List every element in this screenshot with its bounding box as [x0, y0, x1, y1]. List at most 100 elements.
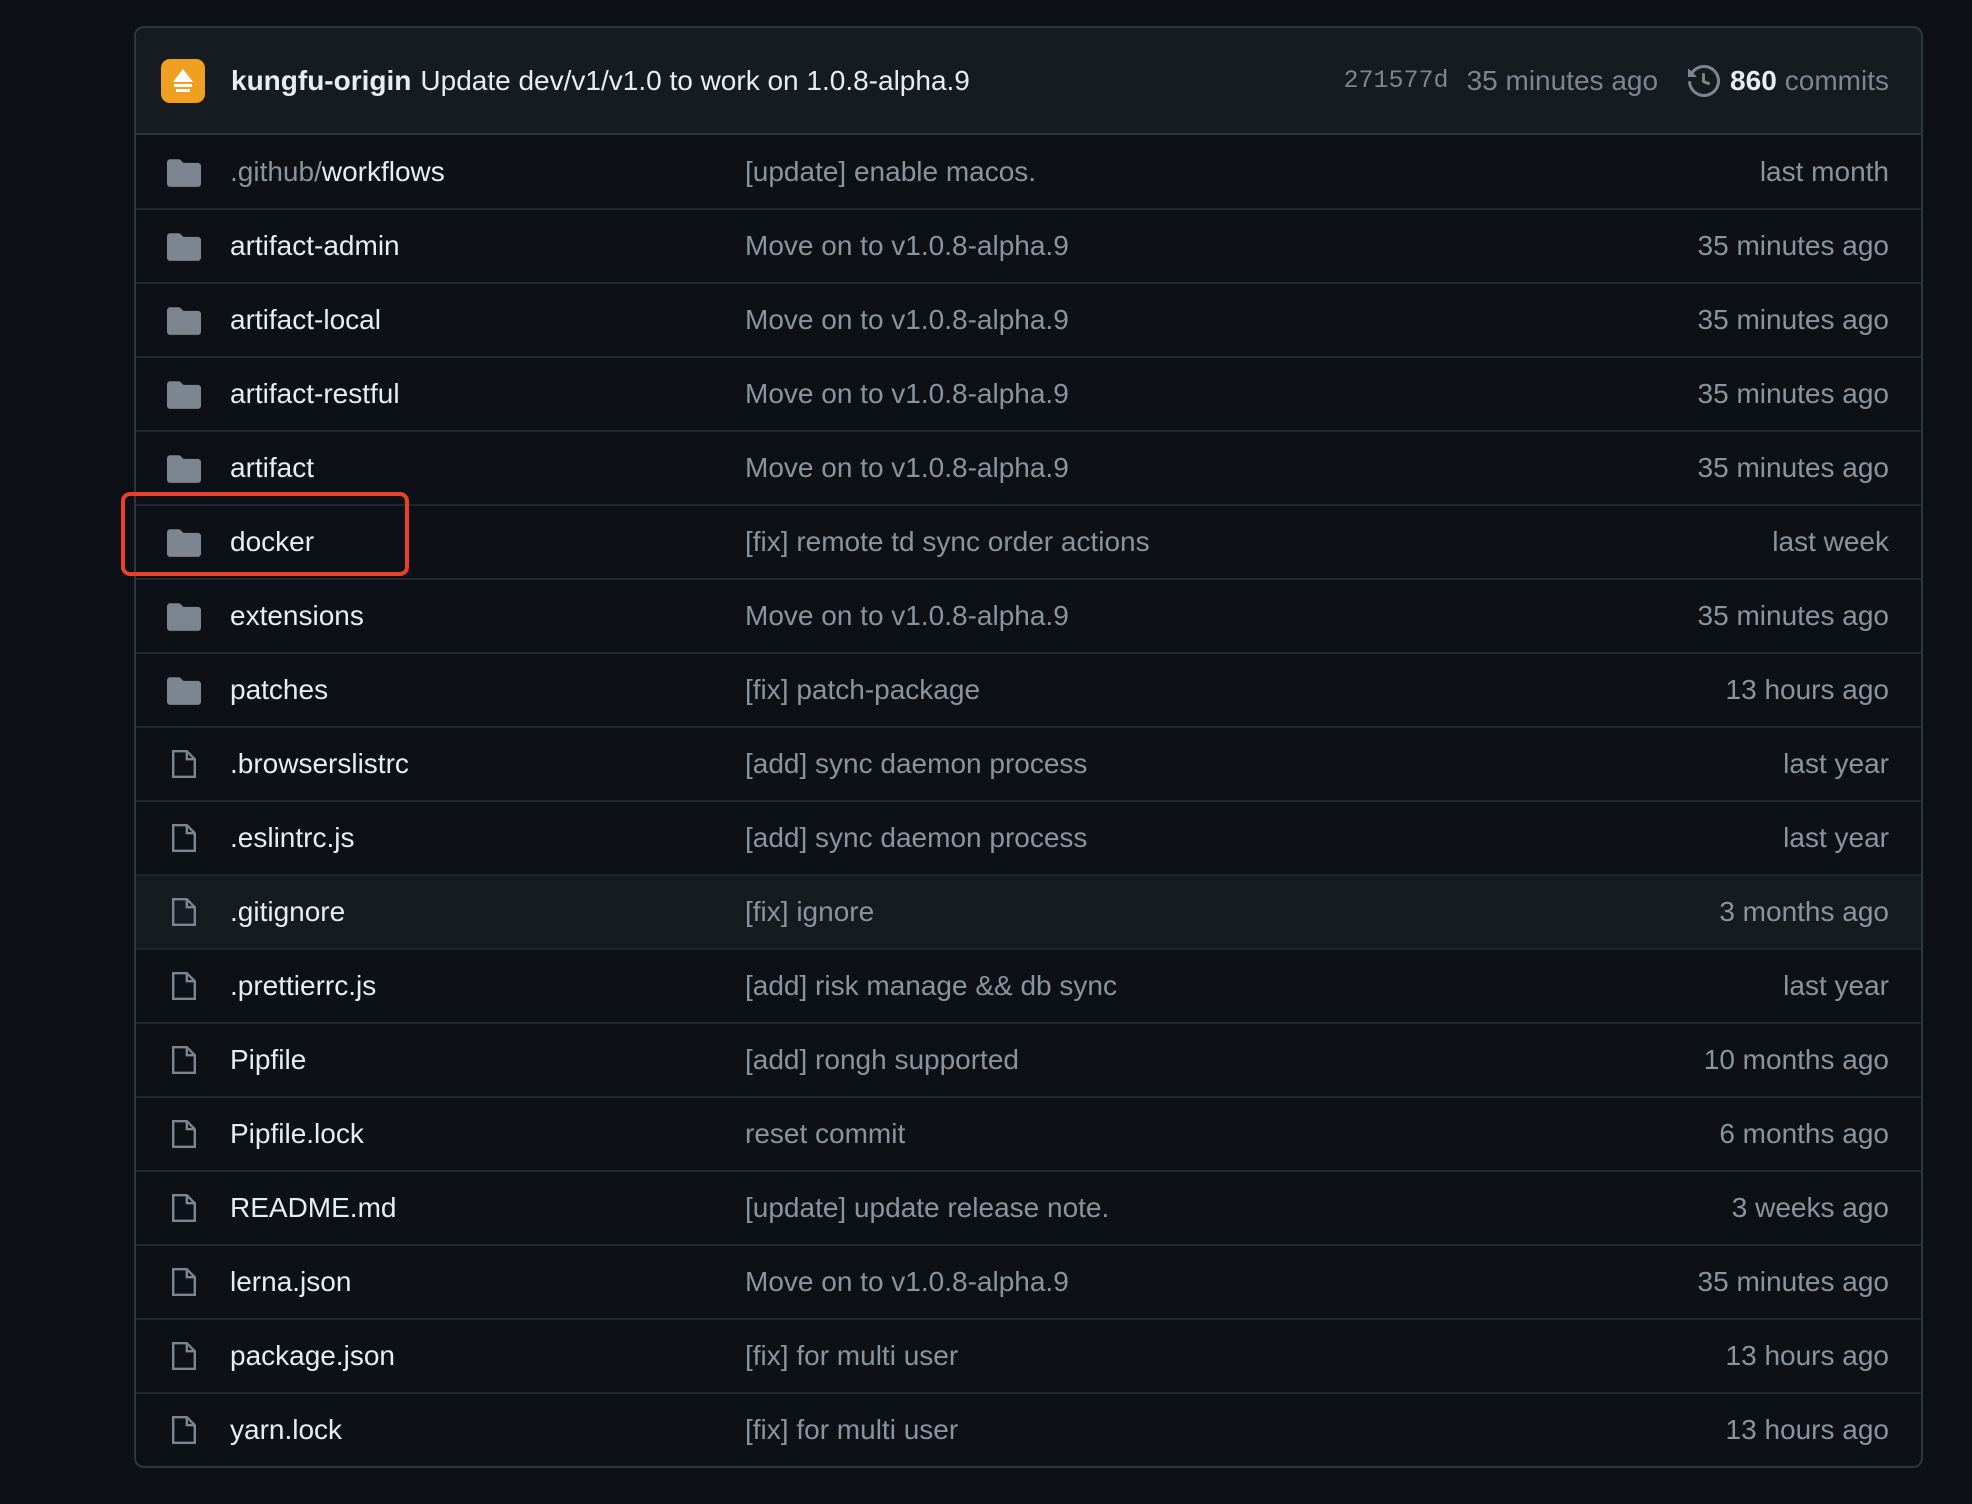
folder-icon — [167, 155, 201, 189]
file-commit-message[interactable]: [add] sync daemon process — [745, 822, 1783, 854]
file-name-text: artifact-restful — [230, 378, 400, 409]
commit-sha[interactable]: 271577d — [1344, 66, 1449, 95]
file-row-artifact-restful[interactable]: artifact-restful Move on to v1.0.8-alpha.… — [136, 356, 1921, 430]
file-name-text: .eslintrc.js — [230, 822, 355, 853]
file-icon — [167, 1043, 201, 1077]
folder-icon — [167, 451, 201, 485]
file-row-github-workflows[interactable]: .github/workflows [update] enable macos. l… — [136, 135, 1921, 208]
file-name-text: artifact — [230, 452, 315, 483]
file-row-artifact[interactable]: artifact Move on to v1.0.8-alpha.9 35 minu… — [136, 430, 1921, 504]
history-icon — [1688, 64, 1721, 97]
file-name-text: Pipfile — [230, 1044, 307, 1075]
file-commit-age: 35 minutes ago — [1697, 230, 1889, 261]
latest-commit-bar: kungfu-origin Update dev/v1/v1.0 to work… — [136, 28, 1921, 135]
file-commit-message[interactable]: Move on to v1.0.8-alpha.9 — [745, 1266, 1698, 1298]
file-row-extensions[interactable]: extensions Move on to v1.0.8-alpha.9 35 mi… — [136, 578, 1921, 652]
file-row-browserslistrc[interactable]: .browserslistrc [add] sync daemon process… — [136, 726, 1921, 800]
file-name-link[interactable]: artifact-restful — [230, 378, 745, 410]
file-name-link[interactable]: .prettierrc.js — [230, 970, 745, 1002]
file-icon — [167, 1117, 201, 1151]
avatar[interactable] — [161, 58, 205, 103]
file-row-gitignore[interactable]: .gitignore [fix] ignore 3 months ago — [136, 874, 1921, 948]
file-row-eslintrc-js[interactable]: .eslintrc.js [add] sync daemon process las… — [136, 800, 1921, 874]
file-commit-message[interactable]: [add] risk manage && db sync — [745, 970, 1783, 1002]
file-row-docker[interactable]: docker [fix] remote td sync order actions… — [136, 504, 1921, 578]
file-icon — [167, 747, 201, 781]
file-commit-message[interactable]: [add] sync daemon process — [745, 748, 1783, 780]
file-browser: kungfu-origin Update dev/v1/v1.0 to work… — [134, 26, 1923, 1468]
file-list: .github/workflows [update] enable macos. l… — [136, 135, 1921, 1466]
file-commit-age: 35 minutes ago — [1697, 452, 1889, 483]
file-icon — [167, 1265, 201, 1299]
file-row-lerna-json[interactable]: lerna.json Move on to v1.0.8-alpha.9 35 mi… — [136, 1244, 1921, 1318]
file-commit-age: 13 hours ago — [1725, 674, 1889, 705]
file-name-link[interactable]: lerna.json — [230, 1266, 745, 1298]
file-commit-message[interactable]: [update] enable macos. — [745, 156, 1760, 188]
file-row-readme-md[interactable]: README.md [update] update release note. 3 … — [136, 1170, 1921, 1244]
commit-message[interactable]: Update dev/v1/v1.0 to work on 1.0.8-alph… — [420, 65, 969, 97]
file-name-link[interactable]: artifact-admin — [230, 230, 745, 262]
file-commit-age: 35 minutes ago — [1697, 304, 1889, 335]
file-name-link[interactable]: docker — [230, 526, 745, 558]
file-name-text: .browserslistrc — [230, 748, 409, 779]
file-commit-message[interactable]: Move on to v1.0.8-alpha.9 — [745, 230, 1698, 262]
file-commit-message[interactable]: [update] update release note. — [745, 1192, 1732, 1224]
file-commit-age: 3 months ago — [1719, 896, 1889, 927]
file-icon — [167, 1413, 201, 1447]
file-commit-age: 10 months ago — [1703, 1044, 1889, 1075]
file-row-artifact-admin[interactable]: artifact-admin Move on to v1.0.8-alpha.9 3… — [136, 208, 1921, 282]
file-row-yarn-lock[interactable]: yarn.lock [fix] for multi user 13 hours ag… — [136, 1392, 1921, 1466]
file-row-pipfile-lock[interactable]: Pipfile.lock reset commit 6 months ago — [136, 1096, 1921, 1170]
file-row-pipfile[interactable]: Pipfile [add] rongh supported 10 months ag… — [136, 1022, 1921, 1096]
file-name-text: package.json — [230, 1340, 396, 1371]
commit-time: 35 minutes ago — [1466, 64, 1659, 96]
file-row-package-json[interactable]: package.json [fix] for multi user 13 hours… — [136, 1318, 1921, 1392]
file-name-text: Pipfile.lock — [230, 1118, 364, 1149]
file-commit-message[interactable]: Move on to v1.0.8-alpha.9 — [745, 452, 1698, 484]
file-icon — [167, 895, 201, 929]
file-name-link[interactable]: Pipfile.lock — [230, 1118, 745, 1150]
file-commit-message[interactable]: [fix] for multi user — [745, 1340, 1726, 1372]
file-name-link[interactable]: .eslintrc.js — [230, 822, 745, 854]
file-commit-age: last year — [1783, 822, 1889, 853]
file-commit-message[interactable]: reset commit — [745, 1118, 1719, 1150]
file-commit-message[interactable]: [fix] ignore — [745, 896, 1719, 928]
file-name-link[interactable]: artifact — [230, 452, 745, 484]
file-path-prefix: .github/ — [230, 155, 322, 187]
file-name-text: docker — [230, 526, 315, 557]
file-name-link[interactable]: README.md — [230, 1192, 745, 1224]
folder-icon — [167, 377, 201, 411]
file-row-patches[interactable]: patches [fix] patch-package 13 hours ago — [136, 652, 1921, 726]
file-commit-message[interactable]: [fix] remote td sync order actions — [745, 526, 1772, 558]
file-name-text: artifact-local — [230, 304, 381, 335]
file-name-link[interactable]: .github/workflows — [230, 156, 745, 188]
file-name-text: .gitignore — [230, 896, 346, 927]
file-commit-message[interactable]: [fix] for multi user — [745, 1414, 1726, 1446]
kungfu-logo-icon — [173, 68, 193, 92]
file-icon — [167, 1191, 201, 1225]
file-commit-message[interactable]: Move on to v1.0.8-alpha.9 — [745, 304, 1698, 336]
file-commit-message[interactable]: Move on to v1.0.8-alpha.9 — [745, 600, 1698, 632]
file-name-link[interactable]: .gitignore — [230, 896, 745, 928]
file-commit-message[interactable]: Move on to v1.0.8-alpha.9 — [745, 378, 1698, 410]
file-commit-age: last year — [1783, 748, 1889, 779]
file-commit-age: 6 months ago — [1719, 1118, 1889, 1149]
folder-icon — [167, 599, 201, 633]
commits-link[interactable]: 860 commits — [1688, 65, 1889, 97]
file-commit-message[interactable]: [add] rongh supported — [745, 1044, 1704, 1076]
file-name-text: patches — [230, 674, 329, 705]
commit-author[interactable]: kungfu-origin — [231, 65, 411, 97]
file-name-link[interactable]: patches — [230, 674, 745, 706]
file-commit-message[interactable]: [fix] patch-package — [745, 674, 1726, 706]
file-name-link[interactable]: extensions — [230, 600, 745, 632]
file-name-link[interactable]: package.json — [230, 1340, 745, 1372]
file-name-link[interactable]: .browserslistrc — [230, 748, 745, 780]
file-row-prettierrc-js[interactable]: .prettierrc.js [add] risk manage && db sy… — [136, 948, 1921, 1022]
file-name-text: workflows — [321, 155, 445, 187]
file-name-link[interactable]: yarn.lock — [230, 1414, 745, 1446]
file-name-link[interactable]: Pipfile — [230, 1044, 745, 1076]
file-name-link[interactable]: artifact-local — [230, 304, 745, 336]
file-row-artifact-local[interactable]: artifact-local Move on to v1.0.8-alpha.9 3… — [136, 282, 1921, 356]
folder-icon — [167, 525, 201, 559]
file-name-text: .prettierrc.js — [230, 970, 377, 1001]
